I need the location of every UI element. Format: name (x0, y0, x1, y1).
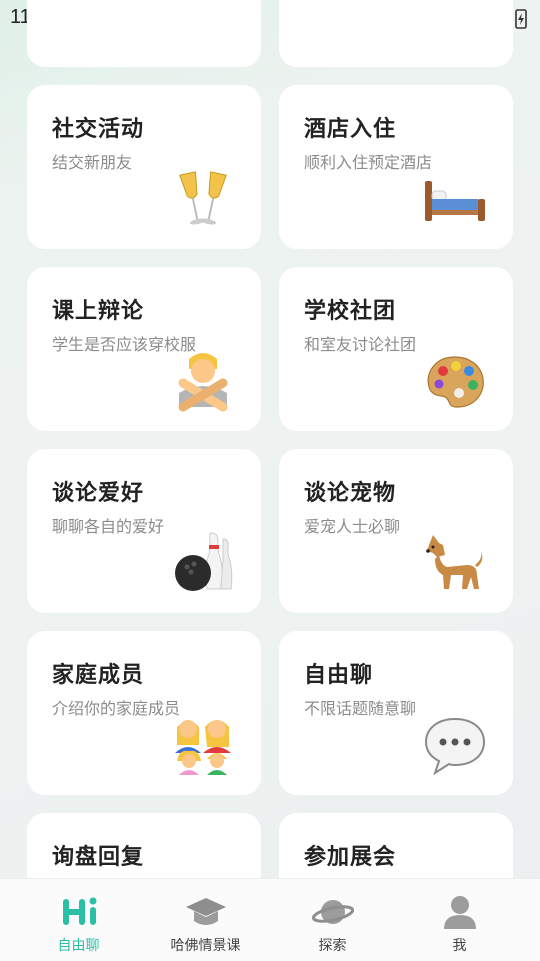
scenario-grid: 社交活动 结交新朋友 酒店入住 顺利入住预定酒店 课上辩论 学生是否应该穿校服 … (0, 0, 540, 878)
scenario-card[interactable] (279, 0, 513, 67)
card-title: 询盘回复 (52, 845, 145, 870)
card-title: 参加展会 (304, 845, 397, 870)
scenario-card-pets[interactable]: 谈论宠物 爱宠人士必聊 (279, 449, 513, 613)
scenario-card-family[interactable]: 家庭成员 介绍你的家庭成员 (27, 631, 261, 795)
card-subtitle: 顺利入住预定酒店 (304, 153, 433, 172)
tab-me[interactable]: 我 (392, 879, 527, 961)
scenario-card-inquiry[interactable]: 询盘回复 (27, 813, 261, 878)
family-icon (175, 720, 231, 775)
card-title: 自由聊 (304, 663, 374, 688)
card-title: 课上辩论 (52, 299, 145, 324)
hi-logo-icon (62, 897, 96, 925)
card-subtitle: 聊聊各自的爱好 (52, 517, 165, 536)
tab-label: 探索 (318, 938, 347, 954)
planet-icon (311, 900, 354, 924)
card-subtitle: 不限话题随意聊 (304, 699, 417, 718)
card-title: 酒店入住 (304, 117, 397, 142)
scenario-card-social[interactable]: 社交活动 结交新朋友 (27, 85, 261, 249)
scenario-card-debate[interactable]: 课上辩论 学生是否应该穿校服 (27, 267, 261, 431)
tab-free-chat[interactable]: 自由聊 (11, 879, 146, 961)
graduation-cap-icon (185, 898, 226, 925)
speech-bubble-icon (424, 717, 486, 776)
scenario-card-club[interactable]: 学校社团 和室友讨论社团 (279, 267, 513, 431)
scenario-card[interactable] (27, 0, 261, 67)
card-title: 谈论爱好 (52, 481, 145, 506)
scenario-card-exhibition[interactable]: 参加展会 (279, 813, 513, 878)
tab-label: 自由聊 (57, 938, 100, 954)
scenario-card-free-chat[interactable]: 自由聊 不限话题随意聊 (279, 631, 513, 795)
card-subtitle: 爱宠人士必聊 (304, 517, 401, 536)
card-title: 社交活动 (52, 117, 145, 142)
bed-icon (425, 181, 485, 221)
tab-label: 哈佛情景课 (170, 938, 241, 954)
champagne-glasses-icon (179, 171, 227, 225)
artist-palette-icon (427, 356, 484, 408)
bottom-tab-bar: 自由聊 哈佛情景课 探索 我 (0, 878, 540, 961)
scenario-card-hotel[interactable]: 酒店入住 顺利入住预定酒店 (279, 85, 513, 249)
dog-icon (426, 535, 483, 589)
card-subtitle: 和室友讨论社团 (304, 335, 417, 354)
person-gesturing-no-icon (178, 353, 228, 412)
card-subtitle: 介绍你的家庭成员 (52, 699, 181, 718)
tab-label: 我 (452, 938, 467, 954)
tab-harvard-course[interactable]: 哈佛情景课 (138, 879, 273, 961)
card-title: 家庭成员 (52, 663, 145, 688)
user-icon (443, 896, 476, 929)
card-subtitle: 结交新朋友 (52, 153, 133, 172)
tab-explore[interactable]: 探索 (265, 879, 400, 961)
card-title: 学校社团 (304, 299, 397, 324)
card-title: 谈论宠物 (304, 481, 397, 506)
bowling-icon (175, 532, 233, 591)
scenario-card-hobbies[interactable]: 谈论爱好 聊聊各自的爱好 (27, 449, 261, 613)
